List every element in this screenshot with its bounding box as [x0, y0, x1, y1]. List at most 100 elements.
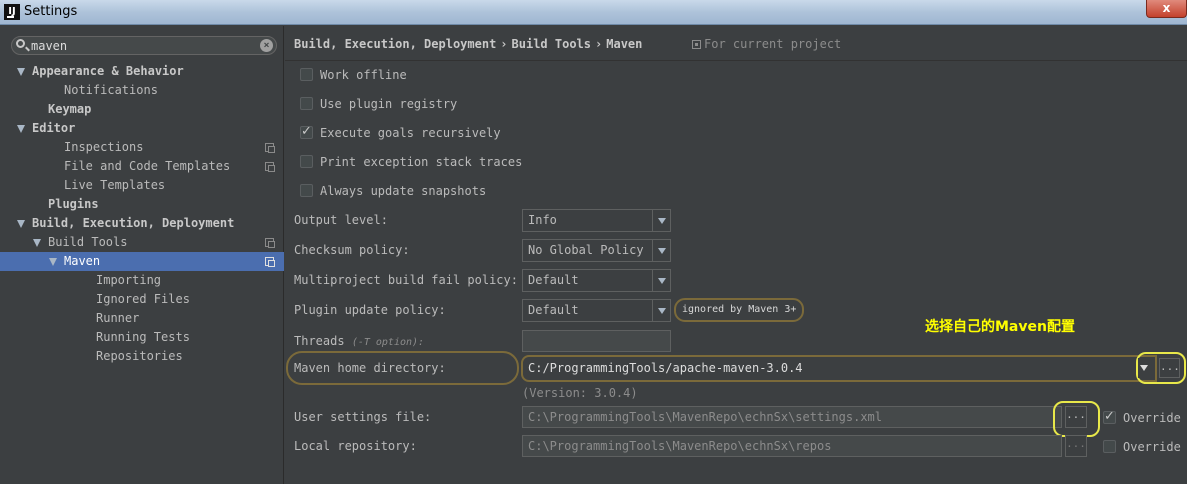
expand-arrow-icon[interactable] — [17, 125, 25, 133]
search-box[interactable]: × — [11, 36, 277, 55]
tree-item[interactable]: Importing — [0, 271, 284, 290]
tree-item[interactable]: Repositories — [0, 347, 284, 366]
user-settings-file-label: User settings file: — [294, 410, 432, 424]
checkbox-unchecked-icon[interactable] — [300, 68, 313, 81]
checkbox-checked-icon[interactable] — [300, 124, 313, 140]
override-label: Override — [1123, 411, 1181, 425]
multiproject-fail-policy-select[interactable]: Default — [522, 269, 671, 292]
threads-hint: (-T option): — [351, 337, 425, 348]
tree-item[interactable]: Plugins — [0, 195, 284, 214]
option-checkbox-label: Always update snapshots — [320, 184, 487, 198]
breadcrumb-item: Maven — [606, 37, 643, 51]
user-settings-browse-button[interactable]: ... — [1065, 406, 1087, 428]
tree-item[interactable]: Ignored Files — [0, 290, 284, 309]
intellij-app-icon: IJ — [4, 4, 20, 20]
expand-arrow-icon[interactable] — [49, 258, 57, 266]
maven-home-dropdown-button[interactable] — [1138, 358, 1153, 378]
multiproject-fail-policy-value: Default — [528, 273, 579, 287]
tree-item[interactable]: Runner — [0, 309, 284, 328]
chevron-down-icon — [652, 270, 670, 291]
tree-item-label: Build Tools — [48, 235, 128, 249]
tree-item[interactable]: Inspections — [0, 138, 284, 157]
tree-item-label: Ignored Files — [96, 292, 190, 306]
tree-item[interactable]: Running Tests — [0, 328, 284, 347]
checkbox-unchecked-icon[interactable] — [300, 97, 313, 110]
multiproject-fail-policy-label: Multiproject build fail policy: — [294, 273, 518, 287]
window-title: Settings — [24, 4, 78, 19]
plugin-update-policy-label: Plugin update policy: — [294, 303, 446, 317]
tree-item-label: Keymap — [48, 102, 92, 116]
option-checkbox-label: Use plugin registry — [320, 97, 458, 111]
threads-label-text: Threads — [294, 334, 345, 348]
tree-item-label: Editor — [32, 121, 76, 135]
scope-indicator: For current project — [692, 37, 841, 51]
project-scope-icon — [692, 40, 701, 49]
maven-home-browse-button[interactable]: ... — [1159, 358, 1180, 378]
breadcrumb-item: Build Tools — [511, 37, 592, 51]
tree-item-label: Importing — [96, 273, 162, 287]
tree-item-label: Build, Execution, Deployment — [32, 216, 235, 230]
user-settings-file-input[interactable]: C:\ProgrammingTools\MavenRepo\echnSx\set… — [522, 406, 1062, 428]
tree-item-label: Appearance & Behavior — [32, 64, 184, 78]
tree-item-label: Live Templates — [64, 178, 166, 192]
checksum-policy-value: No Global Policy — [528, 243, 644, 257]
local-repository-value: C:\ProgrammingTools\MavenRepo\echnSx\rep… — [528, 439, 832, 453]
tree-item[interactable]: Build Tools — [0, 233, 284, 252]
checkbox-unchecked-icon[interactable] — [1103, 440, 1116, 453]
local-repository-input[interactable]: C:\ProgrammingTools\MavenRepo\echnSx\rep… — [522, 435, 1062, 457]
scope-label: For current project — [704, 37, 842, 51]
expand-arrow-icon[interactable] — [17, 68, 25, 76]
chevron-down-icon — [652, 300, 670, 321]
tree-item-label: Notifications — [64, 83, 158, 97]
tree-item[interactable]: Notifications — [0, 81, 284, 100]
tree-item[interactable]: Keymap — [0, 100, 284, 119]
header-divider — [285, 60, 1187, 61]
chevron-down-icon — [652, 240, 670, 261]
threads-label: Threads (-T option): — [294, 334, 424, 348]
expand-arrow-icon[interactable] — [33, 239, 41, 247]
annotation-text: 选择自己的Maven配置 — [925, 319, 1075, 335]
expand-arrow-icon[interactable] — [17, 220, 25, 228]
breadcrumb-separator: › — [595, 37, 603, 51]
clear-search-icon[interactable]: × — [260, 39, 273, 52]
tree-item[interactable]: Maven — [0, 252, 284, 271]
project-level-icon — [265, 143, 275, 153]
tree-item-label: Running Tests — [96, 330, 190, 344]
threads-input[interactable] — [522, 330, 671, 352]
option-checkbox-label: Work offline — [320, 68, 407, 82]
tree-item-label: File and Code Templates — [64, 159, 231, 173]
plugin-update-policy-select[interactable]: Default — [522, 299, 671, 322]
tree-item[interactable]: Appearance & Behavior — [0, 62, 284, 81]
maven-home-directory-select[interactable]: C:/ProgrammingTools/apache-maven-3.0.4 — [521, 355, 1157, 382]
tree-item-label: Maven — [64, 254, 101, 268]
tree-item[interactable]: Editor — [0, 119, 284, 138]
output-level-select[interactable]: Info — [522, 209, 671, 232]
checkbox-checked-icon[interactable] — [1103, 409, 1116, 425]
close-button[interactable]: x — [1146, 0, 1187, 18]
checkbox-unchecked-icon[interactable] — [300, 184, 313, 197]
title-bar: IJ Settings x — [0, 0, 1187, 25]
output-level-label: Output level: — [294, 213, 388, 227]
user-settings-file-value: C:\ProgrammingTools\MavenRepo\echnSx\set… — [528, 410, 883, 424]
maven-home-directory-value: C:/ProgrammingTools/apache-maven-3.0.4 — [528, 361, 803, 375]
checkbox-unchecked-icon[interactable] — [300, 155, 313, 168]
plugin-update-policy-value: Default — [528, 303, 579, 317]
checksum-policy-select[interactable]: No Global Policy — [522, 239, 671, 262]
settings-tree: Appearance & Behavior Notifications Keymap… — [0, 62, 284, 366]
override-label: Override — [1123, 440, 1181, 454]
option-checkbox-label: Print exception stack traces — [320, 155, 523, 169]
ignored-by-maven-badge: ignored by Maven 3+ — [674, 298, 805, 322]
tree-item-label: Inspections — [64, 140, 144, 154]
local-repository-browse-button[interactable]: ... — [1065, 435, 1087, 457]
settings-sidebar: × Appearance & Behavior Notifications Keym… — [0, 26, 284, 484]
project-level-icon — [265, 238, 275, 248]
search-input[interactable] — [31, 38, 256, 53]
chevron-down-icon — [1140, 365, 1148, 371]
chevron-down-icon — [652, 210, 670, 231]
tree-item[interactable]: Live Templates — [0, 176, 284, 195]
tree-item[interactable]: File and Code Templates — [0, 157, 284, 176]
search-icon — [16, 39, 25, 48]
option-checkbox-label: Execute goals recursively — [320, 126, 501, 140]
project-level-icon — [265, 257, 275, 267]
tree-item[interactable]: Build, Execution, Deployment — [0, 214, 284, 233]
